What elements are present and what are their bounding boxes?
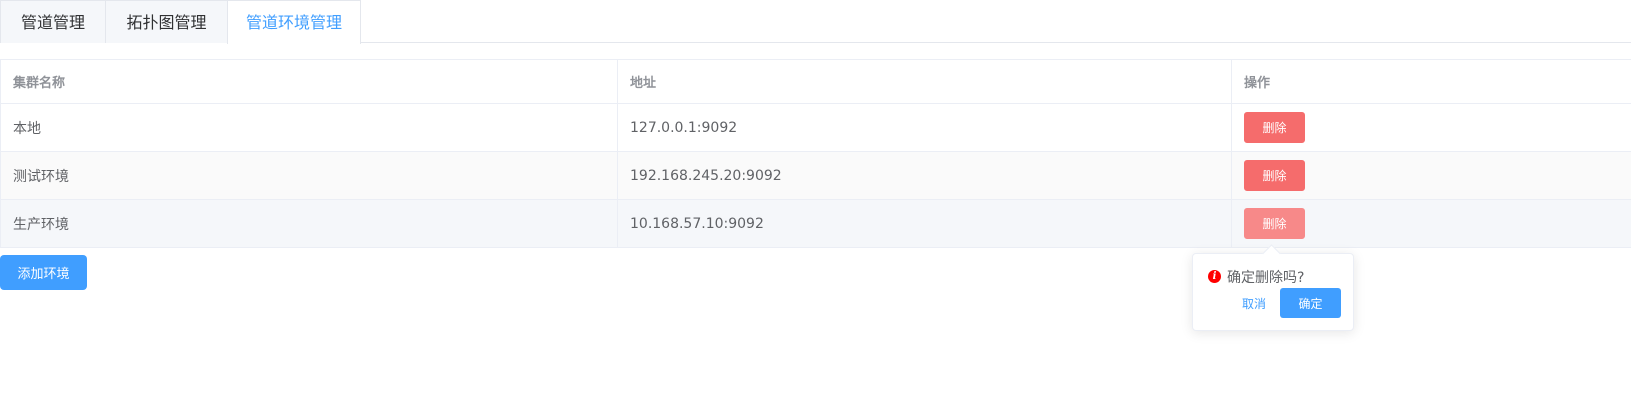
cell-cluster-name: 本地 <box>0 104 617 151</box>
cell-actions: 删除 <box>1231 152 1631 199</box>
tab-topology-management[interactable]: 拓扑图管理 <box>105 0 228 43</box>
delete-button[interactable]: 删除 <box>1244 208 1305 239</box>
tab-bar: 管道管理 拓扑图管理 管道环境管理 <box>0 0 1631 44</box>
header-actions: 操作 <box>1231 60 1631 103</box>
table-row: 生产环境 10.168.57.10:9092 删除 <box>0 200 1631 248</box>
cell-actions: 删除 <box>1231 104 1631 151</box>
popover-message: 确定删除吗? <box>1227 270 1305 286</box>
warning-info-icon: i <box>1208 270 1221 283</box>
cell-cluster-name: 生产环境 <box>0 200 617 247</box>
tab-pipeline-management[interactable]: 管道管理 <box>0 0 106 43</box>
table-row: 本地 127.0.0.1:9092 删除 <box>0 104 1631 152</box>
delete-confirm-popover: i 确定删除吗? 取消 确定 <box>1192 253 1354 331</box>
cell-cluster-name: 测试环境 <box>0 152 617 199</box>
cell-address: 192.168.245.20:9092 <box>617 152 1231 199</box>
popover-confirm-button[interactable]: 确定 <box>1280 288 1341 318</box>
popover-cancel-button[interactable]: 取消 <box>1242 295 1266 312</box>
environment-table: 集群名称 地址 操作 本地 127.0.0.1:9092 删除 测试环境 192… <box>0 59 1631 248</box>
delete-button[interactable]: 删除 <box>1244 160 1305 191</box>
tab-pipeline-environment-management[interactable]: 管道环境管理 <box>227 0 361 44</box>
cell-actions: 删除 <box>1231 200 1631 247</box>
cell-address: 127.0.0.1:9092 <box>617 104 1231 151</box>
header-cluster-name: 集群名称 <box>0 60 617 103</box>
table-header-row: 集群名称 地址 操作 <box>0 60 1631 104</box>
cell-address: 10.168.57.10:9092 <box>617 200 1231 247</box>
header-address: 地址 <box>617 60 1231 103</box>
add-environment-button[interactable]: 添加环境 <box>0 255 87 290</box>
table-row: 测试环境 192.168.245.20:9092 删除 <box>0 152 1631 200</box>
delete-button[interactable]: 删除 <box>1244 112 1305 143</box>
